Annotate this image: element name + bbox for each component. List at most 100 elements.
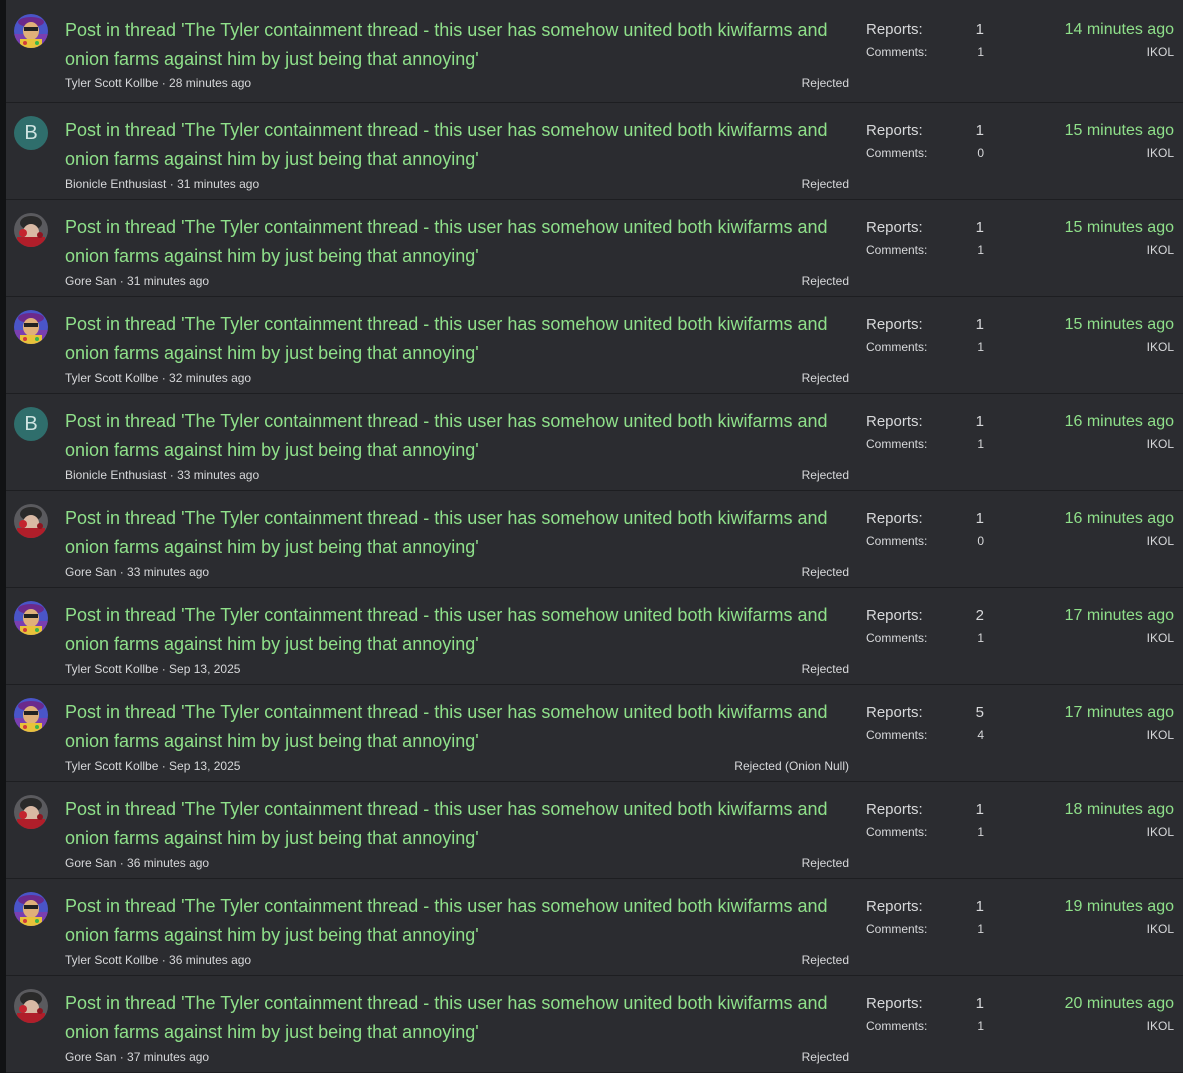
reports-label: Reports: [866, 801, 923, 818]
reports-count: 1 [975, 995, 984, 1012]
author-username[interactable]: Bionicle Enthusiast [65, 468, 166, 482]
last-update-time[interactable]: 14 minutes ago [1065, 21, 1174, 39]
reports-label: Reports: [866, 607, 923, 624]
report-title-link[interactable]: Post in thread 'The Tyler containment th… [65, 795, 845, 853]
last-update-time[interactable]: 19 minutes ago [1065, 898, 1174, 916]
meta-separator: · [158, 76, 170, 90]
author-username[interactable]: Gore San [65, 274, 116, 288]
report-title-link[interactable]: Post in thread 'The Tyler containment th… [65, 504, 845, 562]
reports-count: 1 [975, 801, 984, 818]
last-update-time[interactable]: 20 minutes ago [1065, 995, 1174, 1013]
moderator-username[interactable]: IKOL [1147, 922, 1174, 936]
comments-count: 1 [977, 825, 984, 839]
last-update-time[interactable]: 16 minutes ago [1065, 413, 1174, 431]
report-row[interactable]: Post in thread 'The Tyler containment th… [6, 200, 1183, 297]
author-username[interactable]: Gore San [65, 856, 116, 870]
report-row[interactable]: Post in thread 'The Tyler containment th… [6, 782, 1183, 879]
last-update-time[interactable]: 15 minutes ago [1065, 316, 1174, 334]
moderator-username[interactable]: IKOL [1147, 534, 1174, 548]
post-time: 31 minutes ago [177, 177, 260, 191]
reports-count: 1 [975, 21, 984, 38]
report-row[interactable]: Post in thread 'The Tyler containment th… [6, 297, 1183, 394]
report-row[interactable]: B Post in thread 'The Tyler containment t… [6, 103, 1183, 200]
report-state: Rejected [801, 1050, 849, 1064]
reports-count: 5 [975, 704, 984, 721]
reports-count: 2 [975, 607, 984, 624]
author-username[interactable]: Gore San [65, 1050, 116, 1064]
meta-separator: · [158, 662, 170, 676]
comments-label: Comments: [866, 728, 928, 742]
report-row[interactable]: Post in thread 'The Tyler containment th… [6, 685, 1183, 782]
report-title-link[interactable]: Post in thread 'The Tyler containment th… [65, 213, 845, 271]
author-username[interactable]: Tyler Scott Kollbe [65, 76, 158, 90]
user-avatar[interactable] [14, 795, 48, 829]
meta-separator: · [158, 953, 170, 967]
last-update-time[interactable]: 15 minutes ago [1065, 219, 1174, 237]
reports-count: 1 [975, 219, 984, 236]
report-row[interactable]: Post in thread 'The Tyler containment th… [6, 491, 1183, 588]
post-time: 36 minutes ago [127, 856, 210, 870]
reports-count: 1 [975, 510, 984, 527]
user-avatar[interactable] [14, 989, 48, 1023]
post-meta: Tyler Scott Kollbe · 28 minutes ago [65, 76, 251, 90]
report-title-link[interactable]: Post in thread 'The Tyler containment th… [65, 892, 845, 950]
last-update-time[interactable]: 18 minutes ago [1065, 801, 1174, 819]
author-username[interactable]: Tyler Scott Kollbe [65, 759, 158, 773]
comments-count: 1 [977, 243, 984, 257]
author-username[interactable]: Gore San [65, 565, 116, 579]
last-update-time[interactable]: 17 minutes ago [1065, 607, 1174, 625]
post-meta: Tyler Scott Kollbe · 32 minutes ago [65, 371, 251, 385]
report-row[interactable]: Post in thread 'The Tyler containment th… [6, 0, 1183, 103]
last-update-time[interactable]: 17 minutes ago [1065, 704, 1174, 722]
last-update-time[interactable]: 15 minutes ago [1065, 122, 1174, 140]
comments-count: 1 [977, 45, 984, 59]
comments-label: Comments: [866, 243, 928, 257]
report-title-link[interactable]: Post in thread 'The Tyler containment th… [65, 310, 845, 368]
user-avatar[interactable]: B [14, 116, 48, 150]
user-avatar[interactable]: B [14, 407, 48, 441]
moderator-username[interactable]: IKOL [1147, 437, 1174, 451]
report-title-link[interactable]: Post in thread 'The Tyler containment th… [65, 116, 845, 174]
comments-count: 0 [977, 534, 984, 548]
moderator-username[interactable]: IKOL [1147, 146, 1174, 160]
moderator-username[interactable]: IKOL [1147, 825, 1174, 839]
author-username[interactable]: Tyler Scott Kollbe [65, 662, 158, 676]
moderator-username[interactable]: IKOL [1147, 728, 1174, 742]
moderator-username[interactable]: IKOL [1147, 45, 1174, 59]
moderator-username[interactable]: IKOL [1147, 340, 1174, 354]
comments-label: Comments: [866, 340, 928, 354]
user-avatar[interactable] [14, 892, 48, 926]
moderator-username[interactable]: IKOL [1147, 1019, 1174, 1033]
meta-separator: · [116, 274, 128, 288]
user-avatar[interactable] [14, 601, 48, 635]
author-username[interactable]: Tyler Scott Kollbe [65, 371, 158, 385]
report-title-link[interactable]: Post in thread 'The Tyler containment th… [65, 16, 845, 74]
author-username[interactable]: Bionicle Enthusiast [65, 177, 166, 191]
user-avatar[interactable] [14, 698, 48, 732]
user-avatar[interactable] [14, 310, 48, 344]
report-row[interactable]: Post in thread 'The Tyler containment th… [6, 588, 1183, 685]
report-state: Rejected [801, 856, 849, 870]
report-title-link[interactable]: Post in thread 'The Tyler containment th… [65, 601, 845, 659]
comments-count: 1 [977, 1019, 984, 1033]
last-update-time[interactable]: 16 minutes ago [1065, 510, 1174, 528]
report-title-link[interactable]: Post in thread 'The Tyler containment th… [65, 698, 845, 756]
comments-count: 1 [977, 631, 984, 645]
report-title-link[interactable]: Post in thread 'The Tyler containment th… [65, 989, 845, 1047]
user-avatar[interactable] [14, 14, 48, 48]
comments-count: 4 [977, 728, 984, 742]
comments-label: Comments: [866, 922, 928, 936]
post-meta: Gore San · 37 minutes ago [65, 1050, 209, 1064]
report-row[interactable]: Post in thread 'The Tyler containment th… [6, 879, 1183, 976]
report-state: Rejected [801, 177, 849, 191]
meta-separator: · [116, 565, 128, 579]
moderator-username[interactable]: IKOL [1147, 243, 1174, 257]
user-avatar[interactable] [14, 504, 48, 538]
author-username[interactable]: Tyler Scott Kollbe [65, 953, 158, 967]
user-avatar[interactable] [14, 213, 48, 247]
report-row[interactable]: Post in thread 'The Tyler containment th… [6, 976, 1183, 1073]
report-title-link[interactable]: Post in thread 'The Tyler containment th… [65, 407, 845, 465]
moderator-username[interactable]: IKOL [1147, 631, 1174, 645]
comments-label: Comments: [866, 437, 928, 451]
report-row[interactable]: B Post in thread 'The Tyler containment t… [6, 394, 1183, 491]
